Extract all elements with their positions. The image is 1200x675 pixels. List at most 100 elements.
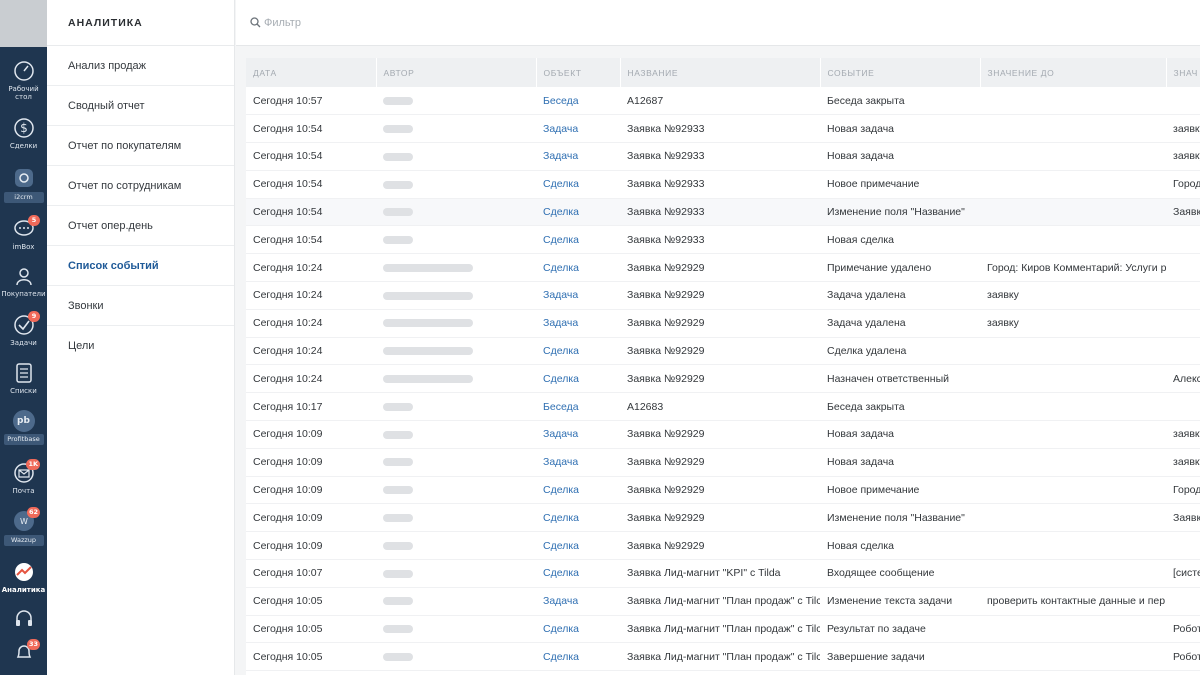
table-row[interactable]: Сегодня 10:54 Сделка Заявка №92933 Изменени… <box>246 198 1200 227</box>
rail-item-support[interactable] <box>0 608 47 633</box>
column-header-author[interactable]: АВТОР <box>376 58 537 87</box>
rail-item-i2crm[interactable]: i2crm <box>0 167 47 203</box>
nav-item-operday-report[interactable]: Отчет опер.день <box>47 206 234 246</box>
rail-item-wazzup[interactable]: W 62 Wazzup <box>0 507 47 546</box>
cell-value-before <box>980 198 1166 227</box>
nav-item-customers-report[interactable]: Отчет по покупателям <box>47 126 234 166</box>
rail-item-tasks[interactable]: 9 Задачи <box>0 311 47 347</box>
table-row[interactable]: Сегодня 10:05 Сделка Заявка Лид-магнит "Пл… <box>246 642 1200 672</box>
redacted-author <box>383 263 473 272</box>
column-header-event[interactable]: СОБЫТИЕ <box>820 58 981 87</box>
table-row[interactable]: Сегодня 10:54 Сделка Заявка №92933 Новая сд… <box>246 225 1200 255</box>
cell-object-link[interactable]: Сделка <box>536 531 620 561</box>
table-row[interactable]: Сегодня 10:09 Сделка Заявка №92929 Изменени… <box>246 503 1200 533</box>
cell-object-link[interactable]: Сделка <box>536 170 620 199</box>
analytics-nav: АНАЛИТИКА Анализ продаж Сводный отчет От… <box>47 0 235 675</box>
table-row[interactable]: Сегодня 10:09 Сделка Заявка №92929 Новая сд… <box>246 531 1200 561</box>
cell-value-after <box>1166 587 1200 616</box>
rail-item-profitbase[interactable]: pb Profitbase <box>0 410 47 445</box>
rail-item-imbox[interactable]: 5 imBox <box>0 215 47 251</box>
nav-item-summary-report[interactable]: Сводный отчет <box>47 86 234 126</box>
rail-label: Почта <box>12 487 35 495</box>
nav-item-employees-report[interactable]: Отчет по сотрудникам <box>47 166 234 206</box>
column-header-date[interactable]: ДАТА <box>246 58 377 87</box>
cell-event: Изменение поля "Название" <box>820 198 980 227</box>
column-header-value-before[interactable]: ЗНАЧЕНИЕ ДО <box>980 58 1167 87</box>
rail-item-customers[interactable]: Покупатели <box>0 265 47 298</box>
cell-name: Заявка Лид-магнит "План продаж" с Tilc <box>620 615 820 644</box>
cell-object-link[interactable]: Беседа <box>536 392 620 422</box>
cell-value-before <box>980 142 1166 171</box>
rail-item-notifications[interactable]: 33 <box>0 639 47 667</box>
cell-object-link[interactable]: Сделка <box>536 642 620 672</box>
cell-value-before <box>980 503 1166 533</box>
cell-object-link[interactable]: Сделка <box>536 253 620 283</box>
cell-object-link[interactable]: Задача <box>536 309 620 338</box>
cell-object-link[interactable]: Сделка <box>536 337 620 366</box>
cell-author <box>376 531 536 561</box>
rail-badge: 1K <box>26 459 40 470</box>
cell-date: Сегодня 10:09 <box>246 503 376 533</box>
table-row[interactable]: Сегодня 10:24 Сделка Заявка №92929 Назначен… <box>246 364 1200 394</box>
redacted-author <box>383 402 413 411</box>
cell-object-link[interactable]: Задача <box>536 587 620 616</box>
table-row[interactable]: Сегодня 10:09 Задача Заявка №92929 Новая за… <box>246 448 1200 477</box>
cell-event: Задача удалена <box>820 309 980 338</box>
table-row[interactable]: Сегодня 10:05 Задача Заявка Лид-магнит "Пл… <box>246 587 1200 616</box>
column-header-name[interactable]: НАЗВАНИЕ <box>620 58 821 87</box>
rail-item-deals[interactable]: $ Сделки <box>0 117 47 150</box>
cell-event: Новая задача <box>820 142 980 171</box>
cell-object-link[interactable]: Сделка <box>536 615 620 644</box>
table-row[interactable]: Сегодня 10:17 Беседа A12683 Беседа закрыта <box>246 392 1200 422</box>
cell-object-link[interactable]: Задача <box>536 448 620 477</box>
cell-object-link[interactable]: Сделка <box>536 559 620 588</box>
cell-object-link[interactable]: Задача <box>536 114 620 144</box>
nav-title: АНАЛИТИКА <box>47 0 234 46</box>
redacted-author <box>383 236 413 245</box>
svg-text:W: W <box>20 517 28 526</box>
table-row[interactable]: Сегодня 10:09 Сделка Заявка №92929 Новое пр… <box>246 476 1200 505</box>
cell-object-link[interactable]: Сделка <box>536 364 620 394</box>
cell-object-link[interactable]: Задача <box>536 142 620 171</box>
table-row[interactable]: Сегодня 10:54 Задача Заявка №92933 Новая за… <box>246 142 1200 171</box>
table-row[interactable]: Сегодня 10:05 Сделка Заявка Лид-магнит "Пл… <box>246 615 1200 644</box>
cell-object-link[interactable]: Задача <box>536 420 620 449</box>
nav-item-events-list[interactable]: Список событий <box>47 246 234 286</box>
redacted-author <box>383 124 413 133</box>
cell-event: Входящее сообщение <box>820 559 980 588</box>
filter-input[interactable] <box>264 13 664 33</box>
cell-name: Заявка №92929 <box>620 420 820 449</box>
table-row[interactable]: Сегодня 10:54 Задача Заявка №92933 Новая за… <box>246 114 1200 144</box>
cell-object-link[interactable]: Задача <box>536 281 620 310</box>
column-header-object[interactable]: ОБЪЕКТ <box>536 58 621 87</box>
rail-item-mail[interactable]: 1K Почта <box>0 459 47 495</box>
cell-author <box>376 448 536 477</box>
account-avatar[interactable] <box>0 0 47 47</box>
cell-event: Новая сделка <box>820 531 980 561</box>
table-row[interactable]: Сегодня 10:54 Сделка Заявка №92933 Новое пр… <box>246 170 1200 199</box>
cell-object-link[interactable]: Сделка <box>536 225 620 255</box>
nav-item-sales-analysis[interactable]: Анализ продаж <box>47 46 234 86</box>
table-row[interactable]: Сегодня 10:24 Сделка Заявка №92929 Примечан… <box>246 253 1200 283</box>
cell-object-link[interactable]: Беседа <box>536 87 620 116</box>
table-row[interactable]: Сегодня 10:09 Задача Заявка №92929 Новая за… <box>246 420 1200 449</box>
rail-item-lists[interactable]: Списки <box>0 362 47 395</box>
table-row[interactable]: Сегодня 10:24 Задача Заявка №92929 Задача у… <box>246 281 1200 310</box>
cell-date: Сегодня 10:24 <box>246 281 376 310</box>
nav-item-calls[interactable]: Звонки <box>47 286 234 326</box>
table-row[interactable]: Сегодня 10:57 Беседа A12687 Беседа закрыта <box>246 87 1200 116</box>
cell-object-link[interactable]: Сделка <box>536 476 620 505</box>
redacted-author <box>383 486 413 495</box>
rail-item-dashboard[interactable]: Рабочий стол <box>0 60 47 101</box>
table-row[interactable]: Сегодня 10:24 Задача Заявка №92929 Задача у… <box>246 309 1200 338</box>
table-row[interactable]: Сегодня 10:07 Сделка Заявка Лид-магнит "KP… <box>246 559 1200 588</box>
cell-object-link[interactable]: Сделка <box>536 198 620 227</box>
cell-event: Беседа закрыта <box>820 392 980 422</box>
nav-item-goals[interactable]: Цели <box>47 326 234 366</box>
cell-object-link[interactable]: Сделка <box>536 503 620 533</box>
column-header-value-after[interactable]: ЗНАЧ <box>1166 58 1200 87</box>
cell-author <box>376 170 536 199</box>
rail-item-analytics[interactable]: Аналитика <box>0 561 47 594</box>
cell-value-after <box>1166 309 1200 338</box>
table-row[interactable]: Сегодня 10:24 Сделка Заявка №92929 Сделка у… <box>246 337 1200 366</box>
